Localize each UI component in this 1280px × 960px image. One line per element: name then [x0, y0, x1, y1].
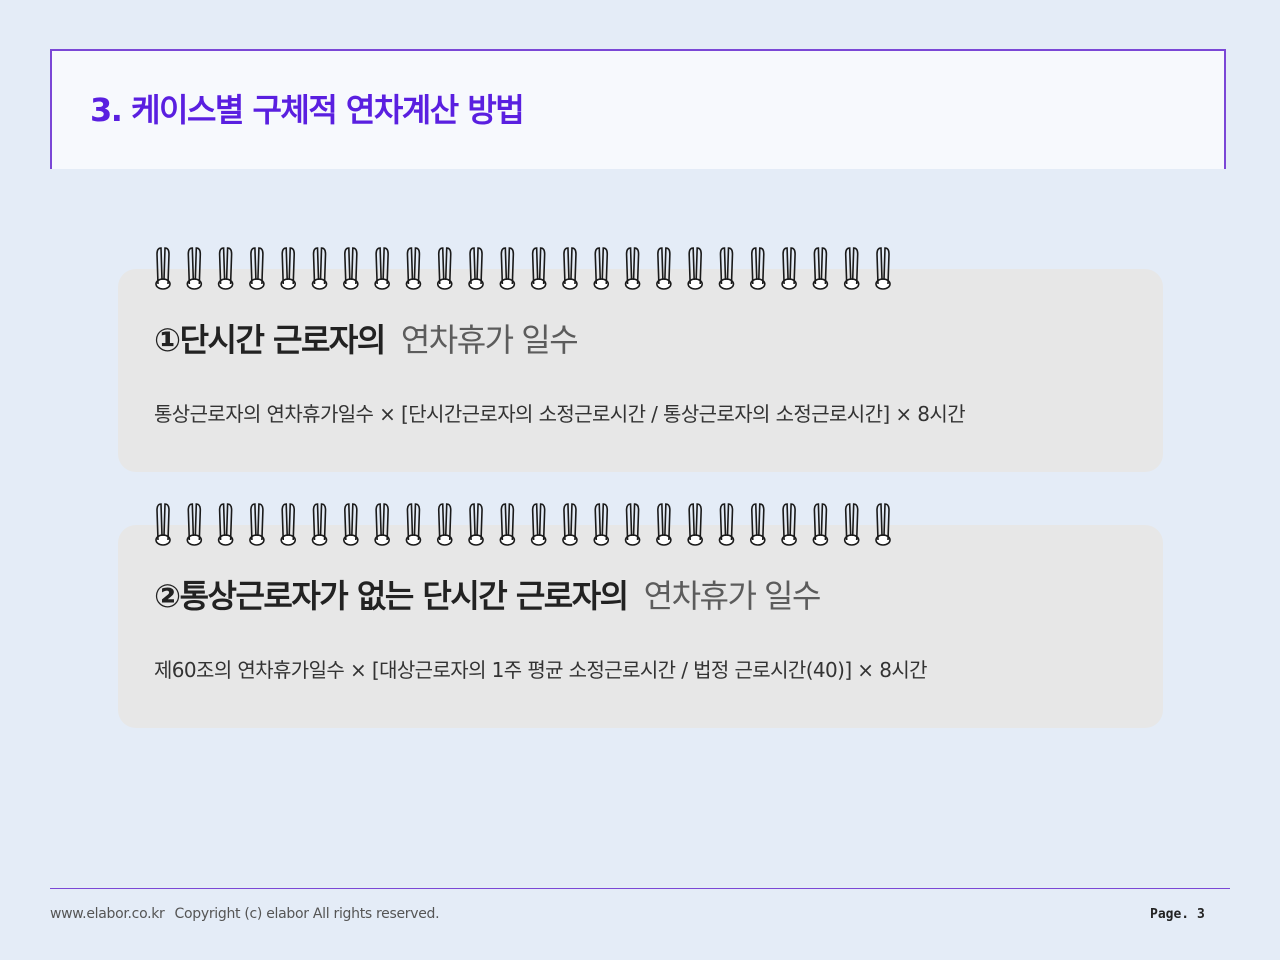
notebook-spiral-ring-icon: [687, 247, 703, 290]
notebook-spiral-ring-icon: [656, 503, 672, 546]
card-heading-bold: ①단시간 근로자의: [154, 321, 386, 359]
notebook-spiral-ring-icon: [343, 503, 359, 546]
notebook-spiral-ring-icon: [656, 247, 672, 290]
footer-info: www.elabor.co.kr Copyright (c) elabor All…: [50, 906, 440, 922]
notebook-spiral-ring-icon: [875, 503, 891, 546]
notebook-spiral-ring-icon: [343, 247, 359, 290]
notebook-spiral-ring-icon: [687, 503, 703, 546]
notebook-spiral-ring-icon: [624, 503, 641, 546]
notebook-spiral-ring-icon: [405, 247, 422, 290]
notebook-spiral-ring-icon: [405, 503, 422, 546]
card-short-time-worker: ①단시간 근로자의 연차휴가 일수 통상근로자의 연차휴가일수 × [단시간근로자…: [118, 269, 1163, 472]
footer-copyright: Copyright (c) elabor All rights reserved…: [174, 906, 440, 922]
card-heading: ②통상근로자가 없는 단시간 근로자의 연차휴가 일수: [154, 571, 822, 617]
card-no-regular-worker: ②통상근로자가 없는 단시간 근로자의 연차휴가 일수 제60조의 연차휴가일수 …: [118, 525, 1163, 728]
notebook-spiral-rings: [155, 503, 891, 546]
notebook-spiral-ring-icon: [718, 503, 735, 546]
notebook-spiral-ring-icon: [562, 503, 578, 546]
notebook-spiral-ring-icon: [530, 247, 547, 290]
notebook-spiral-ring-icon: [280, 503, 297, 546]
footer-divider: [50, 888, 1230, 889]
notebook-spiral-ring-icon: [781, 503, 797, 546]
notebook-spiral-ring-icon: [468, 247, 484, 290]
notebook-spiral-ring-icon: [781, 247, 797, 290]
notebook-spiral-ring-icon: [186, 247, 203, 290]
notebook-spiral-ring-icon: [749, 503, 766, 546]
card-heading: ①단시간 근로자의 연차휴가 일수: [154, 315, 579, 361]
notebook-spiral-ring-icon: [155, 503, 171, 546]
card-formula: 제60조의 연차휴가일수 × [대상근로자의 1주 평균 소정근로시간 / 법정…: [154, 658, 928, 682]
page-number: Page. 3: [1150, 907, 1205, 922]
notebook-spiral-ring-icon: [875, 247, 891, 290]
notebook-spiral-ring-icon: [624, 247, 641, 290]
notebook-spiral-ring-icon: [436, 503, 453, 546]
notebook-spiral-ring-icon: [374, 503, 390, 546]
notebook-spiral-ring-icon: [593, 503, 610, 546]
notebook-spiral-ring-icon: [843, 503, 860, 546]
notebook-spiral-ring-icon: [562, 247, 578, 290]
notebook-spiral-ring-icon: [374, 247, 390, 290]
notebook-spiral-ring-icon: [718, 247, 735, 290]
notebook-spiral-ring-icon: [436, 247, 453, 290]
notebook-spiral-ring-icon: [593, 247, 610, 290]
notebook-spiral-ring-icon: [812, 503, 829, 546]
page-title: 3. 케이스별 구체적 연차계산 방법: [90, 91, 525, 129]
notebook-spiral-ring-icon: [280, 247, 297, 290]
notebook-spiral-ring-icon: [749, 247, 766, 290]
notebook-spiral-ring-icon: [249, 503, 265, 546]
card-heading-bold: ②통상근로자가 없는 단시간 근로자의: [154, 577, 629, 615]
footer-site: www.elabor.co.kr: [50, 906, 165, 922]
notebook-spiral-ring-icon: [468, 503, 484, 546]
page-header: 3. 케이스별 구체적 연차계산 방법: [50, 49, 1226, 169]
notebook-spiral-ring-icon: [217, 503, 234, 546]
notebook-spiral-ring-icon: [499, 247, 516, 290]
notebook-spiral-ring-icon: [155, 247, 171, 290]
card-heading-light: 연차휴가 일수: [400, 321, 579, 359]
notebook-spiral-ring-icon: [217, 247, 234, 290]
notebook-spiral-rings: [155, 247, 891, 290]
notebook-spiral-ring-icon: [843, 247, 860, 290]
notebook-spiral-ring-icon: [311, 247, 328, 290]
notebook-spiral-ring-icon: [311, 503, 328, 546]
notebook-spiral-ring-icon: [530, 503, 547, 546]
notebook-spiral-ring-icon: [812, 247, 829, 290]
notebook-spiral-ring-icon: [249, 247, 265, 290]
card-heading-light: 연차휴가 일수: [643, 577, 822, 615]
card-formula: 통상근로자의 연차휴가일수 × [단시간근로자의 소정근로시간 / 통상근로자의…: [154, 402, 966, 426]
notebook-spiral-ring-icon: [499, 503, 516, 546]
notebook-spiral-ring-icon: [186, 503, 203, 546]
